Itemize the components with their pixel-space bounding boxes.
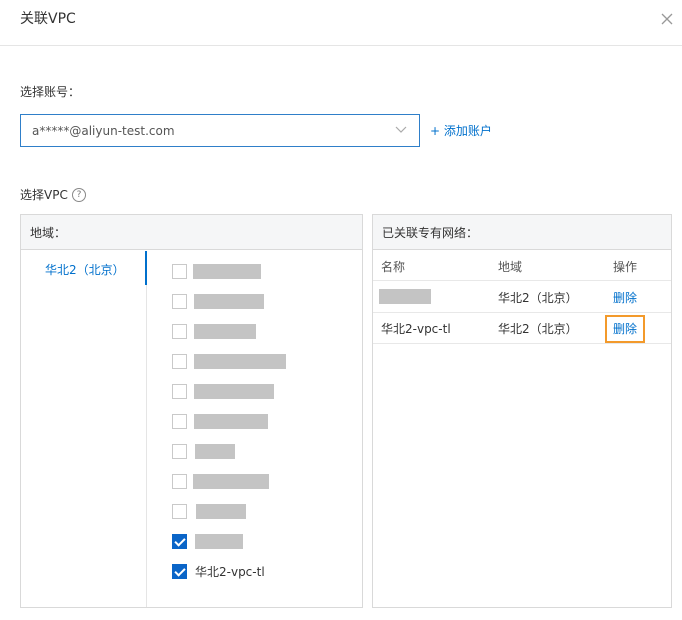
- row-name: 华北2-vpc-tl: [381, 322, 451, 336]
- vpc-list-item: [172, 323, 352, 341]
- vpc-list-item: [172, 263, 352, 281]
- row-region: 华北2（北京）: [498, 322, 578, 336]
- vpc-checkbox[interactable]: [172, 324, 187, 339]
- redacted-vpc-name: [194, 294, 264, 309]
- vpc-checkbox[interactable]: [172, 354, 187, 369]
- region-item-beijing[interactable]: 华北2（北京）: [21, 251, 147, 285]
- add-account-link[interactable]: + 添加账户: [430, 123, 492, 139]
- column-header-action: 操作: [613, 260, 638, 274]
- vpc-list-item: [172, 353, 352, 371]
- account-label: 选择账号：: [20, 85, 81, 99]
- region-panel-header: 地域：: [21, 215, 362, 250]
- vpc-list-item: [172, 413, 352, 431]
- vpc-list-item: [172, 503, 352, 521]
- redacted-vpc-name: [194, 414, 268, 429]
- column-header-region: 地域: [498, 260, 523, 274]
- vpc-list-item: [172, 473, 352, 491]
- vpc-name: 华北2-vpc-tl: [195, 565, 265, 579]
- redacted-vpc-name: [379, 289, 431, 304]
- delete-link[interactable]: 删除: [613, 290, 637, 306]
- vpc-list-item: [172, 443, 352, 461]
- vpc-checkbox[interactable]: [172, 444, 187, 459]
- account-select[interactable]: a*****@aliyun-test.com: [20, 114, 420, 147]
- vpc-list-item: [172, 533, 352, 551]
- table-row: 华北2（北京） 删除: [373, 282, 671, 313]
- region-list: 华北2（北京）: [21, 251, 147, 607]
- row-region: 华北2（北京）: [498, 291, 578, 305]
- account-select-value: a*****@aliyun-test.com: [32, 124, 175, 138]
- associated-table-header: 名称 地域 操作: [373, 251, 671, 281]
- redacted-vpc-name: [195, 534, 243, 549]
- region-vpc-panel: 地域： 华北2（北京） 华北2-vpc-tl: [20, 214, 363, 608]
- redacted-vpc-name: [195, 444, 235, 459]
- vpc-checkbox[interactable]: [172, 294, 187, 309]
- redacted-vpc-name: [193, 474, 269, 489]
- vpc-checkbox[interactable]: [172, 474, 187, 489]
- vpc-checkbox[interactable]: [172, 264, 187, 279]
- close-icon[interactable]: [659, 11, 675, 27]
- vpc-checkbox[interactable]: [172, 384, 187, 399]
- help-icon[interactable]: ?: [72, 188, 86, 202]
- redacted-vpc-name: [194, 384, 274, 399]
- redacted-vpc-name: [196, 504, 246, 519]
- redacted-vpc-name: [193, 264, 261, 279]
- dialog-header: 关联VPC: [0, 0, 682, 46]
- associated-header-label: 已关联专有网络：: [382, 226, 479, 240]
- vpc-checkbox-checked[interactable]: [172, 534, 187, 549]
- region-item-label: 华北2（北京）: [45, 263, 125, 277]
- vpc-checkbox-checked[interactable]: [172, 564, 187, 579]
- associated-panel-header: 已关联专有网络：: [373, 215, 671, 250]
- vpc-checkbox[interactable]: [172, 504, 187, 519]
- vpc-checkbox[interactable]: [172, 414, 187, 429]
- associated-vpc-panel: 已关联专有网络： 名称 地域 操作 华北2（北京） 删除 华北2-vpc-tl …: [372, 214, 672, 608]
- vpc-list-item: [172, 293, 352, 311]
- redacted-vpc-name: [194, 324, 256, 339]
- redacted-vpc-name: [194, 354, 286, 369]
- table-row: 华北2-vpc-tl 华北2（北京） 删除: [373, 313, 671, 344]
- dialog-title: 关联VPC: [20, 11, 76, 27]
- vpc-list-item: 华北2-vpc-tl: [172, 563, 352, 581]
- column-header-name: 名称: [381, 260, 406, 274]
- region-header-label: 地域：: [30, 226, 67, 240]
- delete-link-highlighted[interactable]: 删除: [604, 315, 646, 343]
- chevron-down-icon: [395, 126, 407, 133]
- vpc-list-item: [172, 383, 352, 401]
- select-vpc-label: 选择VPC: [20, 188, 68, 202]
